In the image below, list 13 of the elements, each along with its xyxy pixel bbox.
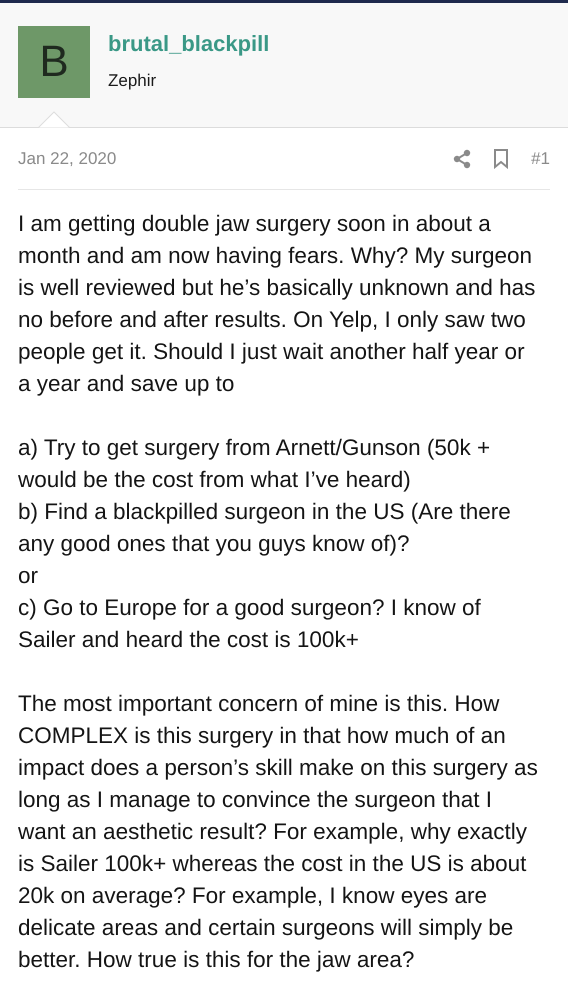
user-title: Zephir: [108, 70, 158, 92]
post-text: b) Find a blackpilled surgeon in the US (Are there any good ones that you guys know of)?: [18, 498, 512, 558]
post-text: I am getting double jaw surgery soon in about a month and am now having fears. Why? My surgeon is well reviewed but he’s basically unknown and has no before and after results. On Yelp, I only saw two people get it. Should I just wait another half year or a year and save up to: [18, 210, 536, 398]
share-icon[interactable]: [453, 148, 472, 168]
avatar[interactable]: B: [18, 26, 90, 98]
post-number-link[interactable]: #1: [531, 146, 550, 172]
bookmark-icon[interactable]: [493, 148, 510, 168]
username-link[interactable]: brutal_blackpill: [108, 30, 270, 58]
post-text: c) Go to Europe for a good surgeon? I know of Sailer and heard the cost is 100k+: [18, 594, 482, 654]
post-date[interactable]: Jan 22, 2020: [18, 146, 116, 172]
post-text: The most important concern of mine is this. How COMPLEX is this surgery in that how much of an impact does a person’s skill make on this surgery as long as I manage to convince the surgeon that I want an aesthetic result? For example, why exactly is Sailer 100k+ whereas the cost in the US is about 20k on average? For example, I know eyes are delicate areas and certain surgeons will simply be better. How true is this for the jaw area?: [18, 690, 539, 974]
post-text: a) Try to get surgery from Arnett/Gunson (50k + would be the cost from what I’ve heard): [18, 434, 492, 494]
post-text: or: [18, 562, 40, 590]
